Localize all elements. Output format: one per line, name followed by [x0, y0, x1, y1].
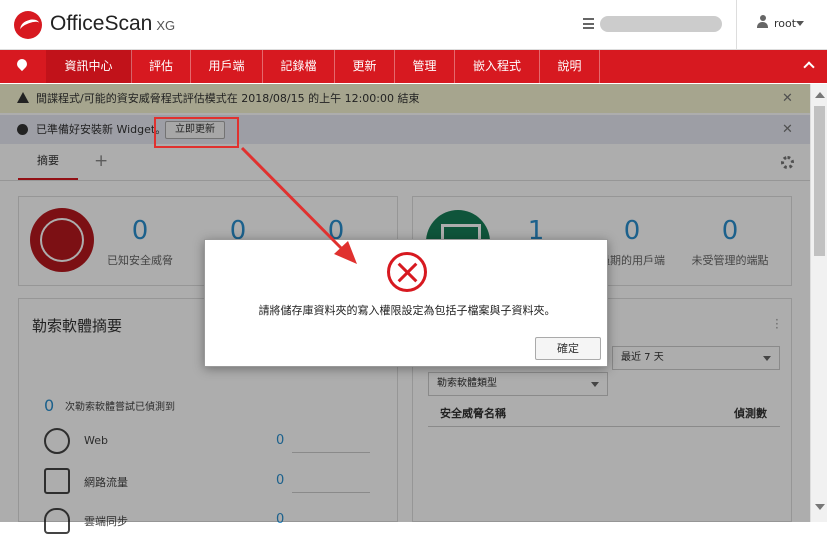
chevron-up-icon[interactable] [803, 61, 815, 73]
ok-button[interactable]: 確定 [535, 337, 601, 360]
server-icon [583, 18, 594, 29]
app-header: OfficeScan XG root [0, 0, 827, 50]
brand-suffix: XG [156, 18, 176, 33]
trend-micro-logo-icon [14, 11, 42, 39]
scroll-thumb[interactable] [814, 106, 825, 256]
dialog-message: 請將儲存庫資料夾的寫入權限設定為包括子檔案與子資料夾。 [258, 304, 556, 317]
error-dialog: 請將儲存庫資料夾的寫入權限設定為包括子檔案與子資料夾。 確定 [204, 239, 608, 367]
nav-item-dashboard[interactable]: 資訊中心 [46, 50, 132, 83]
brand-name: OfficeScan [50, 12, 153, 35]
main-nav: 資訊中心 評估 用戶端 記錄檔 更新 管理 嵌入程式 說明 [0, 50, 827, 83]
nav-item-updates[interactable]: 更新 [335, 50, 395, 83]
header-divider [736, 0, 737, 50]
nav-item-assessment[interactable]: 評估 [132, 50, 191, 83]
nav-item-agents[interactable]: 用戶端 [191, 50, 263, 83]
scroll-up-icon[interactable] [815, 92, 825, 98]
error-icon [387, 252, 427, 292]
page-scrollbar[interactable] [810, 84, 827, 522]
user-icon[interactable] [757, 15, 768, 29]
chevron-down-icon[interactable] [796, 21, 804, 26]
scroll-down-icon[interactable] [815, 504, 825, 510]
location-pin-icon[interactable] [16, 59, 28, 73]
nav-item-administration[interactable]: 管理 [395, 50, 455, 83]
nav-item-plugins[interactable]: 嵌入程式 [455, 50, 540, 83]
user-menu-label[interactable]: root [774, 17, 796, 30]
server-name-redacted [600, 16, 722, 32]
nav-item-logs[interactable]: 記錄檔 [263, 50, 335, 83]
annotation-highlight-box [154, 117, 239, 148]
nav-item-help[interactable]: 說明 [540, 50, 600, 83]
brand-title: OfficeScan XG [50, 12, 175, 36]
